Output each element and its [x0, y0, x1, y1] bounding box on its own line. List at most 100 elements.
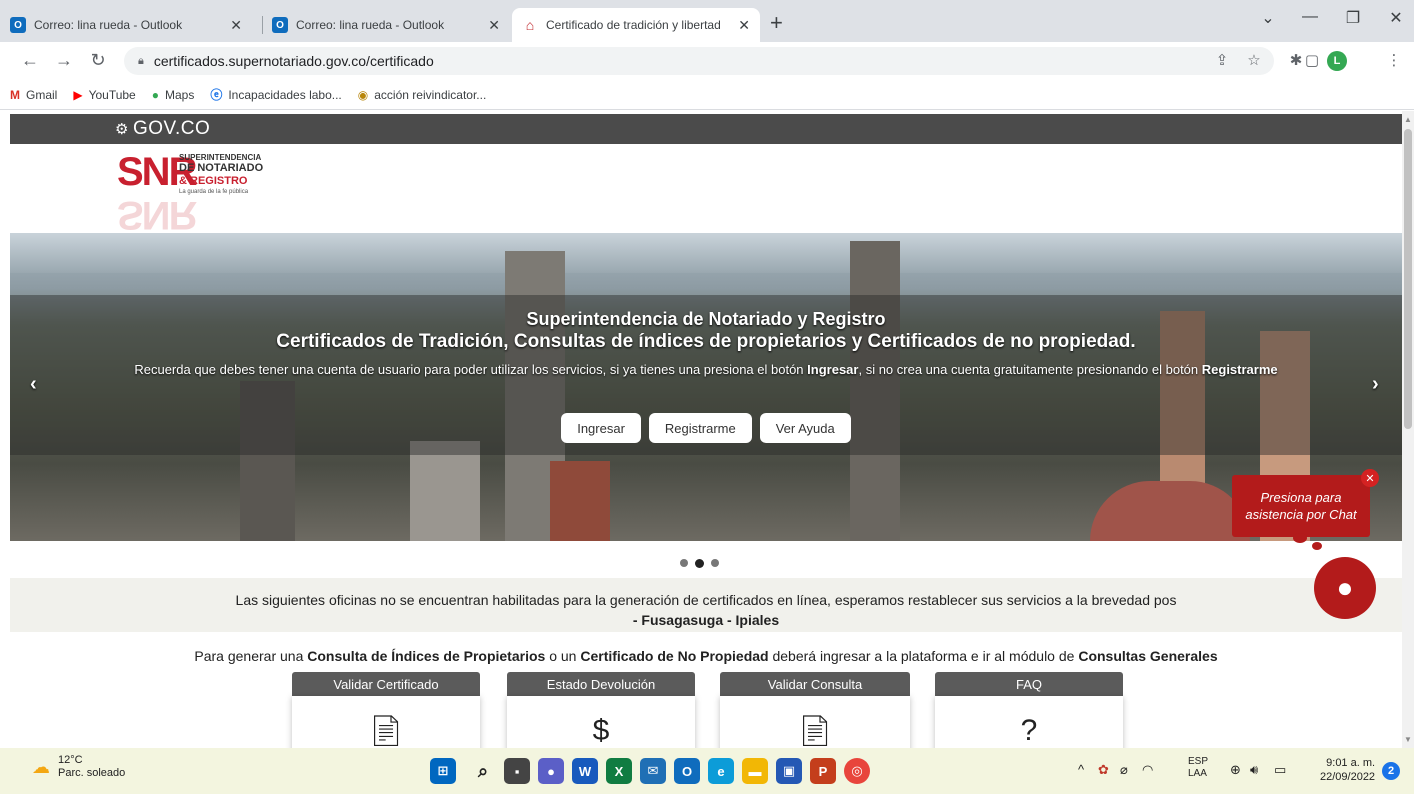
close-icon[interactable]: ✕ [488, 17, 500, 34]
chat-bubble-tail [1312, 542, 1322, 550]
logo-line1: SUPERINTENDENCIA [179, 153, 262, 162]
close-window-button[interactable]: ✕ [1376, 8, 1414, 28]
battery-icon[interactable]: ▭ [1274, 762, 1286, 778]
snr-icon: ⌂ [522, 17, 538, 33]
task-view-icon[interactable]: ▪ [504, 758, 530, 784]
carousel-next-icon[interactable]: › [1372, 373, 1379, 396]
bookmark-accion[interactable]: ◉ acción reivindicator... [358, 88, 487, 102]
tray-chevron-icon[interactable]: ^ [1078, 762, 1084, 777]
volume-icon[interactable]: 🔊︎ [1250, 762, 1258, 778]
excel-icon[interactable]: X [606, 758, 632, 784]
tray-sync-icon[interactable]: ⌀ [1120, 762, 1128, 778]
tab-certificado[interactable]: ⌂ Certificado de tradición y libertad ✕ [512, 8, 760, 42]
menu-kebab-icon[interactable]: ⋮ [1384, 51, 1404, 69]
carousel-dot-active[interactable] [695, 559, 704, 568]
share-icon[interactable]: ⇪ [1212, 51, 1232, 69]
lock-icon[interactable]: 🔒︎ [138, 55, 144, 68]
url-text: certificados.supernotariado.gov.co/certi… [153, 53, 434, 69]
edge-icon[interactable]: e [708, 758, 734, 784]
card-validar-consulta[interactable]: 📄︎ [720, 696, 910, 748]
bookmark-youtube[interactable]: ▶ YouTube [73, 88, 135, 102]
consult-text: Para generar una [194, 648, 308, 664]
profile-avatar[interactable]: L [1327, 51, 1347, 71]
file-explorer-icon[interactable]: ▬ [742, 758, 768, 784]
tab-search-button[interactable]: ⌄ [1248, 8, 1288, 28]
bookmark-gmail[interactable]: M Gmail [10, 88, 57, 102]
search-icon[interactable]: ⌕ [470, 758, 496, 784]
carousel-prev-icon[interactable]: ‹ [30, 373, 37, 396]
teams-chat-icon[interactable]: ● [538, 758, 564, 784]
new-tab-button[interactable]: + [770, 10, 783, 36]
tab-validar-consulta[interactable]: Validar Consulta [720, 672, 910, 696]
hero-bullring [1090, 481, 1250, 541]
back-button[interactable]: ← [18, 50, 42, 71]
notification-badge[interactable]: 2 [1382, 762, 1400, 780]
close-icon[interactable]: ✕ [230, 17, 242, 34]
ingresar-button[interactable]: Ingresar [561, 413, 641, 443]
store-icon[interactable]: ▣ [776, 758, 802, 784]
carousel-dot[interactable] [711, 559, 719, 567]
word-icon[interactable]: W [572, 758, 598, 784]
powerpoint-icon[interactable]: P [810, 758, 836, 784]
carousel-dot[interactable] [680, 559, 688, 567]
outlook-icon[interactable]: O [674, 758, 700, 784]
consult-bold: Consultas Generales [1078, 648, 1218, 664]
consult-instructions: Para generar una Consulta de Índices de … [10, 648, 1402, 664]
tray-app-icon[interactable]: ✿ [1098, 762, 1109, 778]
bookmark-incapacidades[interactable]: ⓔ Incapacidades labo... [210, 86, 341, 103]
tab-estado-devolucion[interactable]: Estado Devolución [507, 672, 695, 696]
chrome-icon[interactable]: ◎ [844, 758, 870, 784]
ver-ayuda-button[interactable]: Ver Ayuda [759, 413, 851, 443]
reload-button[interactable]: ↻ [86, 50, 110, 71]
document-check-icon: 📄︎ [795, 715, 835, 748]
colombia-seal-icon: ⚙ [115, 121, 129, 138]
card-faq[interactable]: ? [935, 696, 1123, 748]
outlook-icon: O [272, 17, 288, 33]
bookmark-label: Gmail [26, 87, 58, 102]
bookmark-star-icon[interactable]: ☆ [1244, 51, 1264, 69]
consult-bold: Certificado de No Propiedad [580, 648, 769, 664]
bookmark-label: Maps [164, 87, 195, 102]
tab-faq[interactable]: FAQ [935, 672, 1123, 696]
scroll-up-icon[interactable]: ▲ [1404, 115, 1412, 124]
hero-sky [10, 233, 1402, 273]
tab-validar-certificado[interactable]: Validar Certificado [292, 672, 480, 696]
mail-icon[interactable]: ✉ [640, 758, 666, 784]
logo-tagline: La guarda de la fe pública [179, 189, 249, 195]
logo-line3: & REGISTRO [179, 175, 248, 187]
chat-launcher-button[interactable]: ● [1314, 557, 1376, 619]
hero-title: Superintendencia de Notariado y Registro [526, 309, 886, 329]
page-viewport: ⚙ GOV.CO SNR SNR SUPERINTENDENCIA DE NOT… [0, 111, 1402, 748]
card-validar-certificado[interactable]: 📄︎ [292, 696, 480, 748]
start-icon[interactable]: ⊞ [430, 758, 456, 784]
youtube-icon: ▶ [73, 87, 83, 102]
minimize-button[interactable]: — [1290, 8, 1330, 26]
chat-prompt-bubble[interactable]: Presiona para asistencia por Chat [1232, 475, 1370, 537]
hero-text-part: Recuerda que debes tener una cuenta de u… [134, 362, 808, 377]
chat-close-icon[interactable]: ✕ [1361, 469, 1379, 487]
forward-button[interactable]: → [52, 50, 76, 71]
scroll-down-icon[interactable]: ▼ [1404, 735, 1412, 744]
bookmark-maps[interactable]: ● Maps [152, 88, 195, 102]
hero-building [410, 441, 480, 541]
snr-logo[interactable]: SNR SNR SUPERINTENDENCIA DE NOTARIADO & … [117, 148, 317, 237]
restore-button[interactable]: ❐ [1333, 8, 1373, 28]
page-scrollbar[interactable]: ▲ ▼ [1402, 111, 1414, 748]
clock-time: 9:01 a. m. [1326, 757, 1376, 769]
weather-widget[interactable]: ☁ 12°C Parc. soleado [32, 754, 125, 780]
registrarme-button[interactable]: Registrarme [648, 413, 752, 443]
globe-icon[interactable]: ⊕ [1230, 762, 1241, 778]
address-bar[interactable]: 🔒︎ certificados.supernotariado.gov.co/ce… [124, 47, 1274, 75]
hero-building [550, 461, 610, 541]
sidepanel-icon[interactable]: ▢ [1302, 51, 1322, 69]
language-indicator[interactable]: ESP LAA [1188, 756, 1208, 780]
scrollbar-thumb[interactable] [1404, 129, 1412, 429]
close-icon[interactable]: ✕ [738, 17, 750, 34]
tab-outlook-2[interactable]: O Correo: lina rueda - Outlook ✕ [262, 8, 510, 42]
card-estado-devolucion[interactable]: $ [507, 696, 695, 748]
gov-brand[interactable]: GOV.CO [133, 118, 210, 140]
tray-network-icon[interactable]: ◠ [1142, 762, 1153, 778]
tab-outlook-1[interactable]: O Correo: lina rueda - Outlook ✕ [0, 8, 252, 42]
tab-label: Certificado de tradición y libertad [546, 18, 721, 32]
system-clock[interactable]: 9:01 a. m. 22/09/2022 [1320, 756, 1375, 784]
